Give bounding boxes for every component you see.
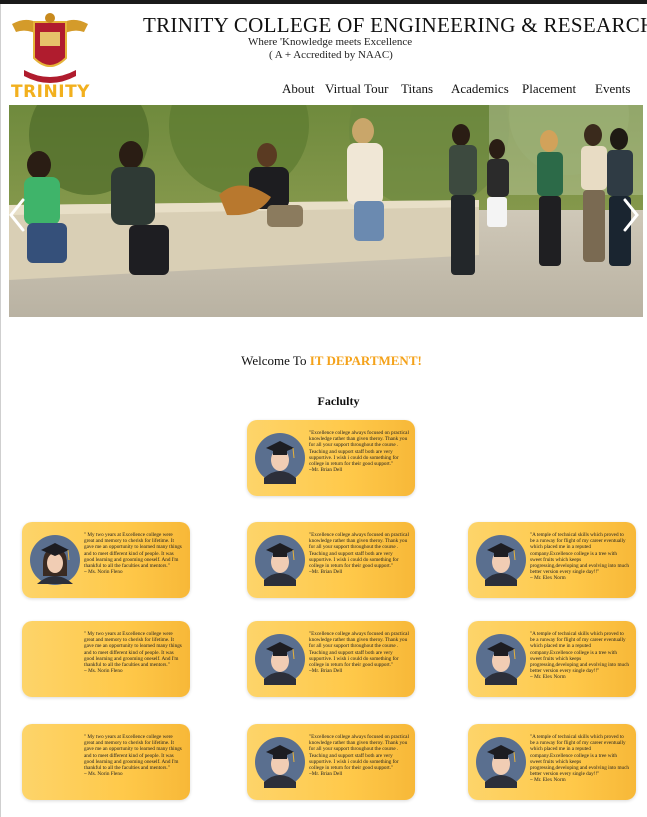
testimonial-text: "Excellence college always focused on pr… xyxy=(309,430,409,473)
testimonial-card: "Excellence college always focused on pr… xyxy=(247,621,415,697)
department-name: IT DEPARTMENT! xyxy=(309,353,422,368)
quote-author: ~ Ms. Norin Fleno xyxy=(84,668,123,675)
graduate-avatar-icon xyxy=(29,534,81,586)
testimonial-card: "A temple of technical skills which prov… xyxy=(468,522,636,598)
testimonial-text: "A temple of technical skills which prov… xyxy=(530,631,630,681)
quote-author: ~Mr. Brian Dell xyxy=(309,668,343,675)
quote-author: ~ Mr. Elex Norm xyxy=(530,674,566,681)
testimonial-card: " My two years at Excellence college wer… xyxy=(22,724,190,800)
quote-text: " My two years at Excellence college wer… xyxy=(84,631,182,669)
graduate-avatar-icon xyxy=(475,633,527,685)
graduate-avatar-icon xyxy=(475,534,527,586)
welcome-prefix: Welcome To xyxy=(241,353,310,368)
nav-link-placement[interactable]: Placement xyxy=(522,81,576,97)
quote-text: "A temple of technical skills which prov… xyxy=(530,532,629,576)
testimonial-text: " My two years at Excellence college wer… xyxy=(84,532,184,575)
testimonial-text: "A temple of technical skills which prov… xyxy=(530,734,630,784)
graduate-avatar-icon xyxy=(475,736,527,788)
chevron-right-icon xyxy=(623,198,639,232)
carousel-next-button[interactable] xyxy=(620,197,642,233)
college-title: TRINITY COLLEGE OF ENGINEERING & RESEARC… xyxy=(143,13,647,37)
chevron-left-icon xyxy=(9,198,25,232)
testimonial-text: "Excellence college always focused on pr… xyxy=(309,631,409,674)
quote-text: "Excellence college always focused on pr… xyxy=(309,430,409,468)
testimonial-card: "A temple of technical skills which prov… xyxy=(468,724,636,800)
nav-link-about[interactable]: About xyxy=(282,81,315,97)
welcome-heading: Welcome To IT DEPARTMENT! xyxy=(0,353,647,369)
nav-link-academics[interactable]: Academics xyxy=(451,81,509,97)
page-left-border xyxy=(0,4,1,817)
graduate-avatar-icon xyxy=(254,534,306,586)
carousel-prev-button[interactable] xyxy=(6,197,28,233)
testimonial-card: "Excellence college always focused on pr… xyxy=(247,724,415,800)
nav-link-titans[interactable]: Titans xyxy=(401,81,433,97)
testimonial-card: " My two years at Excellence college wer… xyxy=(22,522,190,598)
accreditation-text: ( A + Accredited by NAAC) xyxy=(269,49,393,61)
nav-link-virtual-tour[interactable]: Virtual Tour xyxy=(325,81,388,97)
quote-author: ~ Mr. Elex Norm xyxy=(530,777,566,784)
quote-author: ~ Ms. Norin Fleno xyxy=(84,569,123,576)
testimonial-text: "Excellence college always focused on pr… xyxy=(309,734,409,777)
testimonial-card: " My two years at Excellence college wer… xyxy=(22,621,190,697)
college-tagline: Where 'Knowledge meets Excellence xyxy=(248,36,413,48)
quote-author: ~Mr. Brian Dell xyxy=(309,569,343,576)
quote-author: ~ Mr. Elex Norm xyxy=(530,575,566,582)
graduate-avatar-icon xyxy=(254,736,306,788)
college-crest-icon xyxy=(12,13,88,83)
testimonial-card: "Excellence college always focused on pr… xyxy=(247,522,415,598)
quote-text: "Excellence college always focused on pr… xyxy=(309,734,409,772)
testimonial-text: "Excellence college always focused on pr… xyxy=(309,532,409,575)
quote-text: "Excellence college always focused on pr… xyxy=(309,532,409,570)
testimonial-text: " My two years at Excellence college wer… xyxy=(84,631,184,674)
quote-text: " My two years at Excellence college wer… xyxy=(84,734,182,772)
quote-text: " My two years at Excellence college wer… xyxy=(84,532,182,570)
graduate-avatar-icon xyxy=(254,432,306,484)
testimonial-text: " My two years at Excellence college wer… xyxy=(84,734,184,777)
quote-author: ~ Ms. Norin Fleno xyxy=(84,771,123,778)
quote-text: "A temple of technical skills which prov… xyxy=(530,734,629,778)
faculty-heading: Faclulty xyxy=(317,394,360,408)
graduate-avatar-icon xyxy=(254,633,306,685)
quote-text: "A temple of technical skills which prov… xyxy=(530,631,629,675)
quote-author: ~Mr. Brian Dell xyxy=(309,771,343,778)
hero-carousel-image xyxy=(9,105,643,317)
testimonial-text: "A temple of technical skills which prov… xyxy=(530,532,630,582)
quote-author: ~Mr. Brian Dell xyxy=(309,467,343,474)
testimonial-card: "A temple of technical skills which prov… xyxy=(468,621,636,697)
nav-link-events[interactable]: Events xyxy=(595,81,630,97)
testimonial-card: "Excellence college always focused on pr… xyxy=(247,420,415,496)
logo-wordmark: TRINITY xyxy=(11,82,90,102)
window-top-border xyxy=(0,0,647,4)
quote-text: "Excellence college always focused on pr… xyxy=(309,631,409,669)
